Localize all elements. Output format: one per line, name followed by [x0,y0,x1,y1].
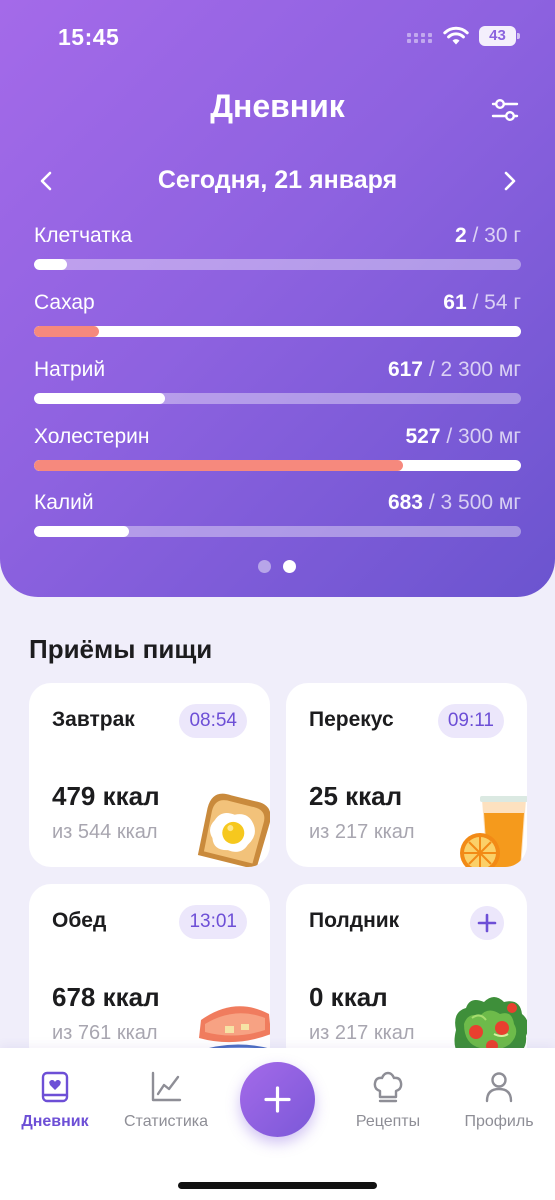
nutrient-name: Натрий [34,358,106,381]
section-title: Приёмы пищи [29,634,213,664]
nutrient-name: Сахар [34,291,95,314]
meal-card-snack[interactable]: Перекус 09:11 25 ккал из 217 ккал [286,683,527,867]
chef-hat-icon [373,1071,403,1103]
profile-icon [485,1072,513,1103]
nutrient-value: 617 / 2 300 мг [387,358,521,381]
meal-kcal: 0 ккал [309,982,388,1012]
meal-card-afternoon-snack[interactable]: Полдник 0 ккал из 217 ккал [286,884,527,1068]
progress-bar [34,526,521,537]
meal-time-badge: 09:11 [437,704,504,738]
tab-statistics[interactable]: Статистика [111,1070,221,1131]
battery-icon: 43 [479,26,520,46]
date-label[interactable]: Сегодня, 21 января [0,166,555,195]
meal-name: Завтрак [52,708,135,731]
chart-icon [151,1071,182,1102]
nutrient-name: Клетчатка [34,224,133,247]
tab-diary[interactable]: Дневник [0,1070,110,1131]
nutrient-name: Холестерин [34,425,150,448]
meal-kcal: 678 ккал [52,982,160,1012]
filter-settings-icon[interactable] [489,94,521,126]
nutrient-value: 61 / 54 г [443,291,521,314]
progress-fill [34,326,99,337]
nutrient-value: 2 / 30 г [454,224,521,247]
progress-fill [34,259,67,270]
nutrient-value: 527 / 300 мг [405,425,521,448]
progress-fill [34,393,165,404]
tab-label: Профиль [464,1113,534,1130]
add-entry-button[interactable] [240,1062,315,1137]
bottom-tab-bar: Дневник Статистика Рецепты Профиль [0,1048,555,1200]
meal-name: Обед [52,909,107,932]
progress-fill [34,526,129,537]
meal-kcal: 479 ккал [52,781,160,811]
page-dot[interactable] [258,560,271,573]
signal-icon [407,33,432,43]
status-bar: 15:45 43 [0,0,555,75]
meal-kcal: 25 ккал [309,781,403,811]
tab-label: Дневник [21,1113,89,1130]
progress-bar [34,326,521,337]
diary-icon [41,1071,69,1103]
meal-kcal-goal: из 761 ккал [52,1022,158,1044]
nutrient-row-cholesterol: Холестерин 527 / 300 мг [34,425,521,481]
tab-label: Статистика [123,1113,209,1130]
meal-time-badge: 08:54 [179,704,247,738]
nutrient-name: Калий [34,491,94,514]
wifi-icon [443,26,469,45]
meal-kcal-goal: из 217 ккал [309,1022,415,1044]
meal-name: Полдник [309,909,400,932]
nutrient-row-sodium: Натрий 617 / 2 300 мг [34,358,521,414]
meal-kcal-goal: из 217 ккал [309,821,415,843]
header-panel: 15:45 43 Дневник Сегодня, 21 января Клет… [0,0,555,597]
progress-bar [34,259,521,270]
page-title: Дневник [210,88,345,124]
meal-card-lunch[interactable]: Обед 13:01 678 ккал из 761 ккал [29,884,270,1068]
tab-recipes[interactable]: Рецепты [333,1070,443,1131]
meal-name: Перекус [309,708,394,731]
orange-juice-icon [460,796,527,867]
nutrient-row-potassium: Калий 683 / 3 500 мг [34,491,521,547]
tab-label: Рецепты [355,1113,421,1130]
date-navigator: Сегодня, 21 января [0,160,555,202]
status-time: 15:45 [58,24,120,50]
meal-time-badge: 13:01 [179,905,247,939]
progress-bar [34,393,521,404]
nutrient-row-sugar: Сахар 61 / 54 г [34,291,521,347]
tab-profile[interactable]: Профиль [444,1070,554,1131]
progress-fill [34,460,403,471]
plus-icon [264,1086,291,1113]
nutrient-value: 683 / 3 500 мг [387,491,521,514]
progress-bar [34,460,521,471]
home-indicator[interactable] [178,1182,377,1189]
page-dot-active[interactable] [283,560,296,573]
nutrient-row-fiber: Клетчатка 2 / 30 г [34,224,521,280]
meal-card-breakfast[interactable]: Завтрак 08:54 479 ккал из 544 ккал [29,683,270,867]
toast-egg-icon [197,793,270,867]
meal-kcal-goal: из 544 ккал [52,821,158,843]
chevron-right-icon[interactable] [496,168,522,194]
add-meal-icon[interactable] [470,906,504,940]
